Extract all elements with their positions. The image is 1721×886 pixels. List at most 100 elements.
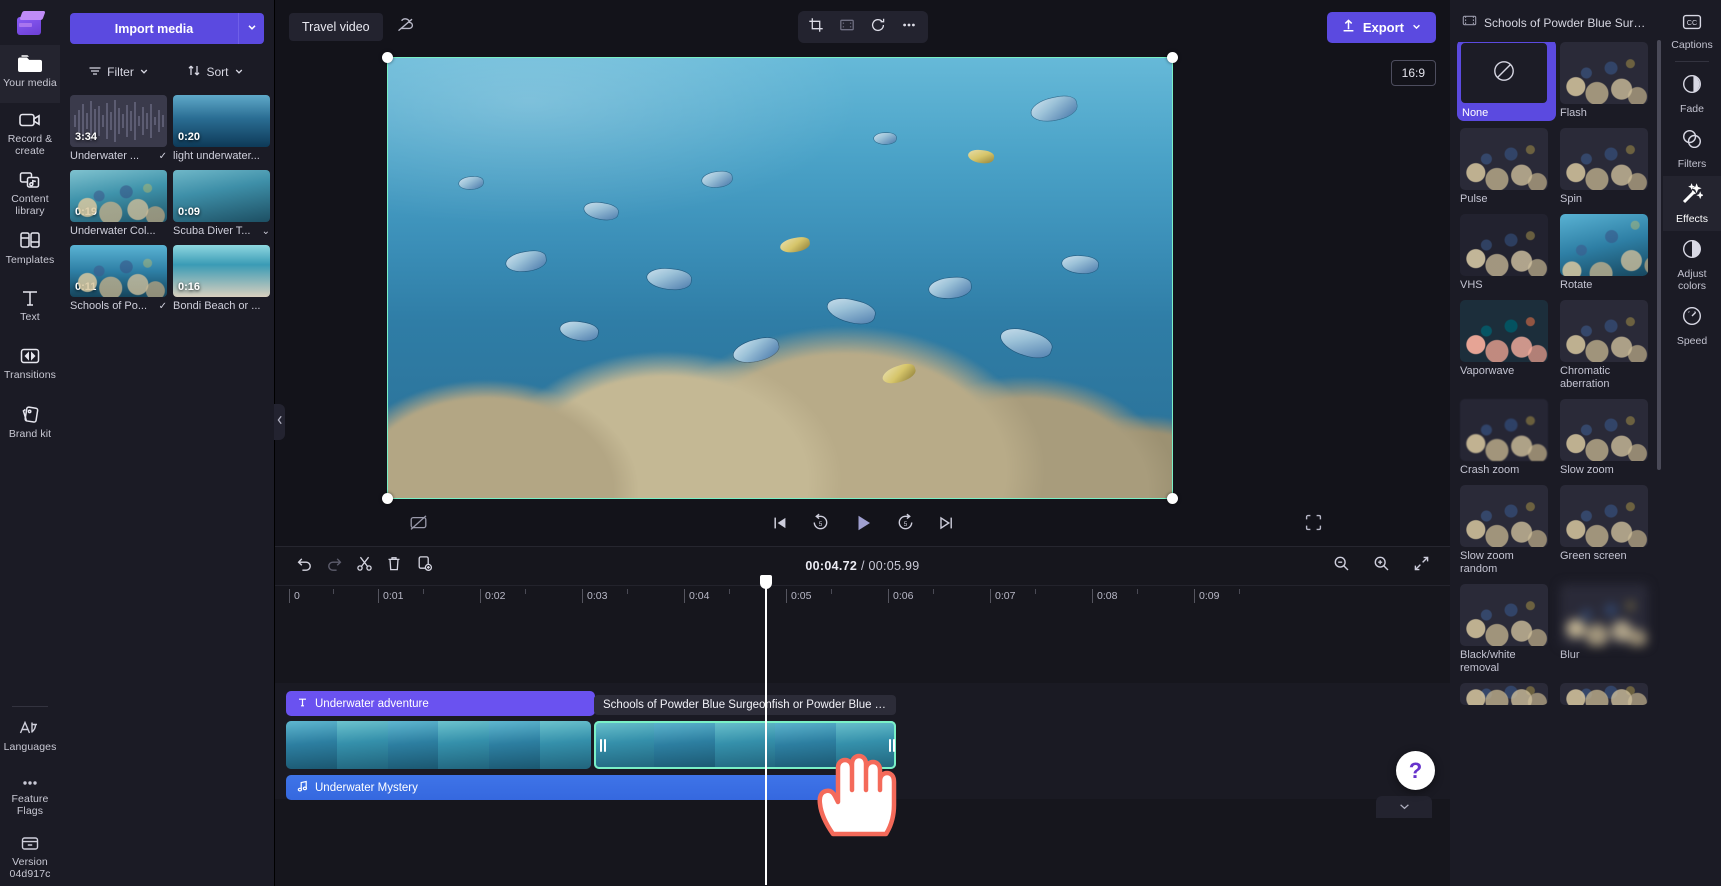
sidebar-item-transitions[interactable]: Transitions	[0, 339, 60, 397]
rotate-button[interactable]	[864, 14, 893, 40]
sidebar-item-brand-kit[interactable]: Brand kit	[0, 397, 60, 455]
sidebar-item-feature-flags[interactable]: Feature Flags	[0, 769, 60, 827]
effect-item-flash[interactable]: Flash	[1560, 42, 1653, 120]
crop-button[interactable]	[802, 14, 831, 40]
ruler-tick-minor	[729, 589, 734, 594]
effect-label: Chromatic aberration	[1560, 365, 1611, 390]
effect-item-green-screen[interactable]: Green screen	[1560, 485, 1653, 576]
playhead[interactable]	[760, 575, 772, 885]
captions-toggle-button[interactable]	[403, 511, 433, 539]
rail-item-fade[interactable]: Fade	[1663, 66, 1721, 121]
effect-thumbnail	[1460, 584, 1548, 646]
zoom-out-button[interactable]	[1326, 552, 1356, 580]
effect-label: None	[1462, 107, 1489, 119]
effect-item-slow-zoom[interactable]: Slow zoom	[1560, 399, 1653, 477]
zoom-in-button[interactable]	[1366, 552, 1396, 580]
sidebar-item-templates[interactable]: Templates	[0, 223, 60, 281]
sidebar-item-languages[interactable]: Languages	[0, 711, 60, 769]
effect-item-spin[interactable]: Spin	[1560, 128, 1653, 206]
media-item[interactable]: 0:20 light underwater...	[173, 95, 270, 162]
media-item[interactable]: 3:34 Underwater ... ✓	[70, 95, 167, 162]
trim-handle-right[interactable]	[885, 721, 894, 769]
resize-handle-bottom-right[interactable]	[1167, 493, 1178, 504]
rewind-5-button[interactable]: 5	[811, 513, 830, 537]
sidebar-item-text[interactable]: Text	[0, 281, 60, 339]
effect-item-chromatic-aberration[interactable]: Chromatic aberration	[1560, 300, 1653, 391]
video-preview[interactable]	[382, 52, 1178, 504]
effect-item-slow-zoom-random[interactable]: Slow zoom random	[1460, 485, 1553, 576]
effect-item-partial-row[interactable]	[1560, 683, 1653, 705]
sidebar-item-your-media[interactable]: Your media	[0, 45, 60, 103]
effect-label: Green screen	[1560, 550, 1627, 562]
timeline-clip-audio[interactable]: Underwater Mystery	[286, 775, 896, 800]
split-button[interactable]	[349, 552, 379, 580]
chevron-down-icon[interactable]: ⌄	[262, 226, 270, 237]
media-thumbnail: 0:09	[173, 170, 270, 222]
forward-5-icon: 5	[896, 513, 915, 537]
timeline-ruler[interactable]: 0 0:01 0:02 0:03 0:04 0:05 0:06 0:07 0:0…	[275, 585, 1450, 607]
undo-icon	[296, 556, 313, 577]
effect-item-crash-zoom[interactable]: Crash zoom	[1460, 399, 1553, 477]
duplicate-button[interactable]	[409, 552, 439, 580]
fit-button[interactable]	[833, 14, 862, 40]
redo-button[interactable]	[319, 552, 349, 580]
filter-button[interactable]: Filter	[70, 60, 167, 84]
clipchamp-logo[interactable]	[0, 0, 60, 45]
resize-handle-top-right[interactable]	[1167, 52, 1178, 63]
rail-item-label: Filters	[1677, 158, 1707, 170]
undo-button[interactable]	[289, 552, 319, 580]
sidebar-item-version[interactable]: Version 04d917c	[0, 827, 60, 886]
skip-to-start-button[interactable]	[771, 514, 789, 537]
media-item[interactable]: 0:11 Schools of Po... ✓	[70, 245, 167, 312]
rail-item-effects[interactable]: Effects	[1663, 176, 1721, 231]
media-item[interactable]: 0:09 Scuba Diver T... ⌄	[173, 170, 270, 237]
rail-item-captions[interactable]: CC Captions	[1663, 6, 1721, 57]
media-item[interactable]: 0:16 Bondi Beach or ...	[173, 245, 270, 312]
fullscreen-icon	[1305, 514, 1322, 536]
rail-item-adjust-colors[interactable]: Adjust colors	[1663, 231, 1721, 298]
effect-item-black-white-removal[interactable]: Black/white removal	[1460, 584, 1553, 675]
help-button[interactable]: ?	[1396, 751, 1435, 790]
aspect-ratio-button[interactable]: 16:9	[1390, 60, 1436, 86]
timeline-clip-video-a[interactable]	[286, 721, 591, 769]
sidebar-item-record-create[interactable]: Record & create	[0, 103, 60, 163]
fit-timeline-button[interactable]	[1406, 552, 1436, 580]
chevron-down-icon	[234, 65, 244, 79]
media-item[interactable]: 0:19 Underwater Col...	[70, 170, 167, 237]
effect-item-vhs[interactable]: VHS	[1460, 214, 1553, 292]
project-name-input[interactable]: Travel video	[289, 13, 383, 41]
fullscreen-button[interactable]	[1305, 514, 1322, 536]
export-button[interactable]: Export	[1326, 11, 1436, 43]
effect-item-vaporwave[interactable]: Vaporwave	[1460, 300, 1553, 391]
sidebar-item-content-library[interactable]: Content library	[0, 163, 60, 223]
fade-icon	[1681, 73, 1703, 100]
timeline-clip-video-b-selected[interactable]	[594, 721, 896, 769]
effects-scrollbar[interactable]	[1657, 40, 1661, 470]
rail-item-filters[interactable]: Filters	[1663, 121, 1721, 176]
effect-label: Blur	[1560, 649, 1580, 661]
effect-item-blur[interactable]: Blur	[1560, 584, 1653, 675]
chevron-down-icon	[1398, 798, 1411, 816]
skip-to-end-button[interactable]	[937, 514, 955, 537]
rail-item-speed[interactable]: Speed	[1663, 298, 1721, 353]
effect-item-partial-row[interactable]	[1460, 683, 1553, 705]
play-button[interactable]	[852, 512, 874, 539]
import-media-button[interactable]: Import media	[70, 13, 238, 44]
delete-button[interactable]	[379, 552, 409, 580]
timeline-clip-text[interactable]: Underwater adventure	[286, 691, 595, 716]
sort-button[interactable]: Sort	[167, 60, 264, 84]
import-media-dropdown[interactable]	[238, 13, 264, 44]
effect-item-none[interactable]: None	[1457, 42, 1556, 121]
collapse-media-panel-button[interactable]	[274, 404, 285, 440]
trim-handle-left[interactable]	[596, 721, 605, 769]
cloud-sync-button[interactable]	[391, 12, 421, 42]
more-options-button[interactable]	[895, 14, 924, 40]
effect-item-rotate[interactable]: Rotate	[1560, 214, 1653, 292]
playhead-knob[interactable]	[760, 575, 772, 589]
collapse-help-button[interactable]	[1376, 796, 1432, 818]
clip-label: Underwater Mystery	[315, 781, 418, 794]
resize-handle-top-left[interactable]	[382, 52, 393, 63]
effect-item-pulse[interactable]: Pulse	[1460, 128, 1553, 206]
resize-handle-bottom-left[interactable]	[382, 493, 393, 504]
forward-5-button[interactable]: 5	[896, 513, 915, 537]
